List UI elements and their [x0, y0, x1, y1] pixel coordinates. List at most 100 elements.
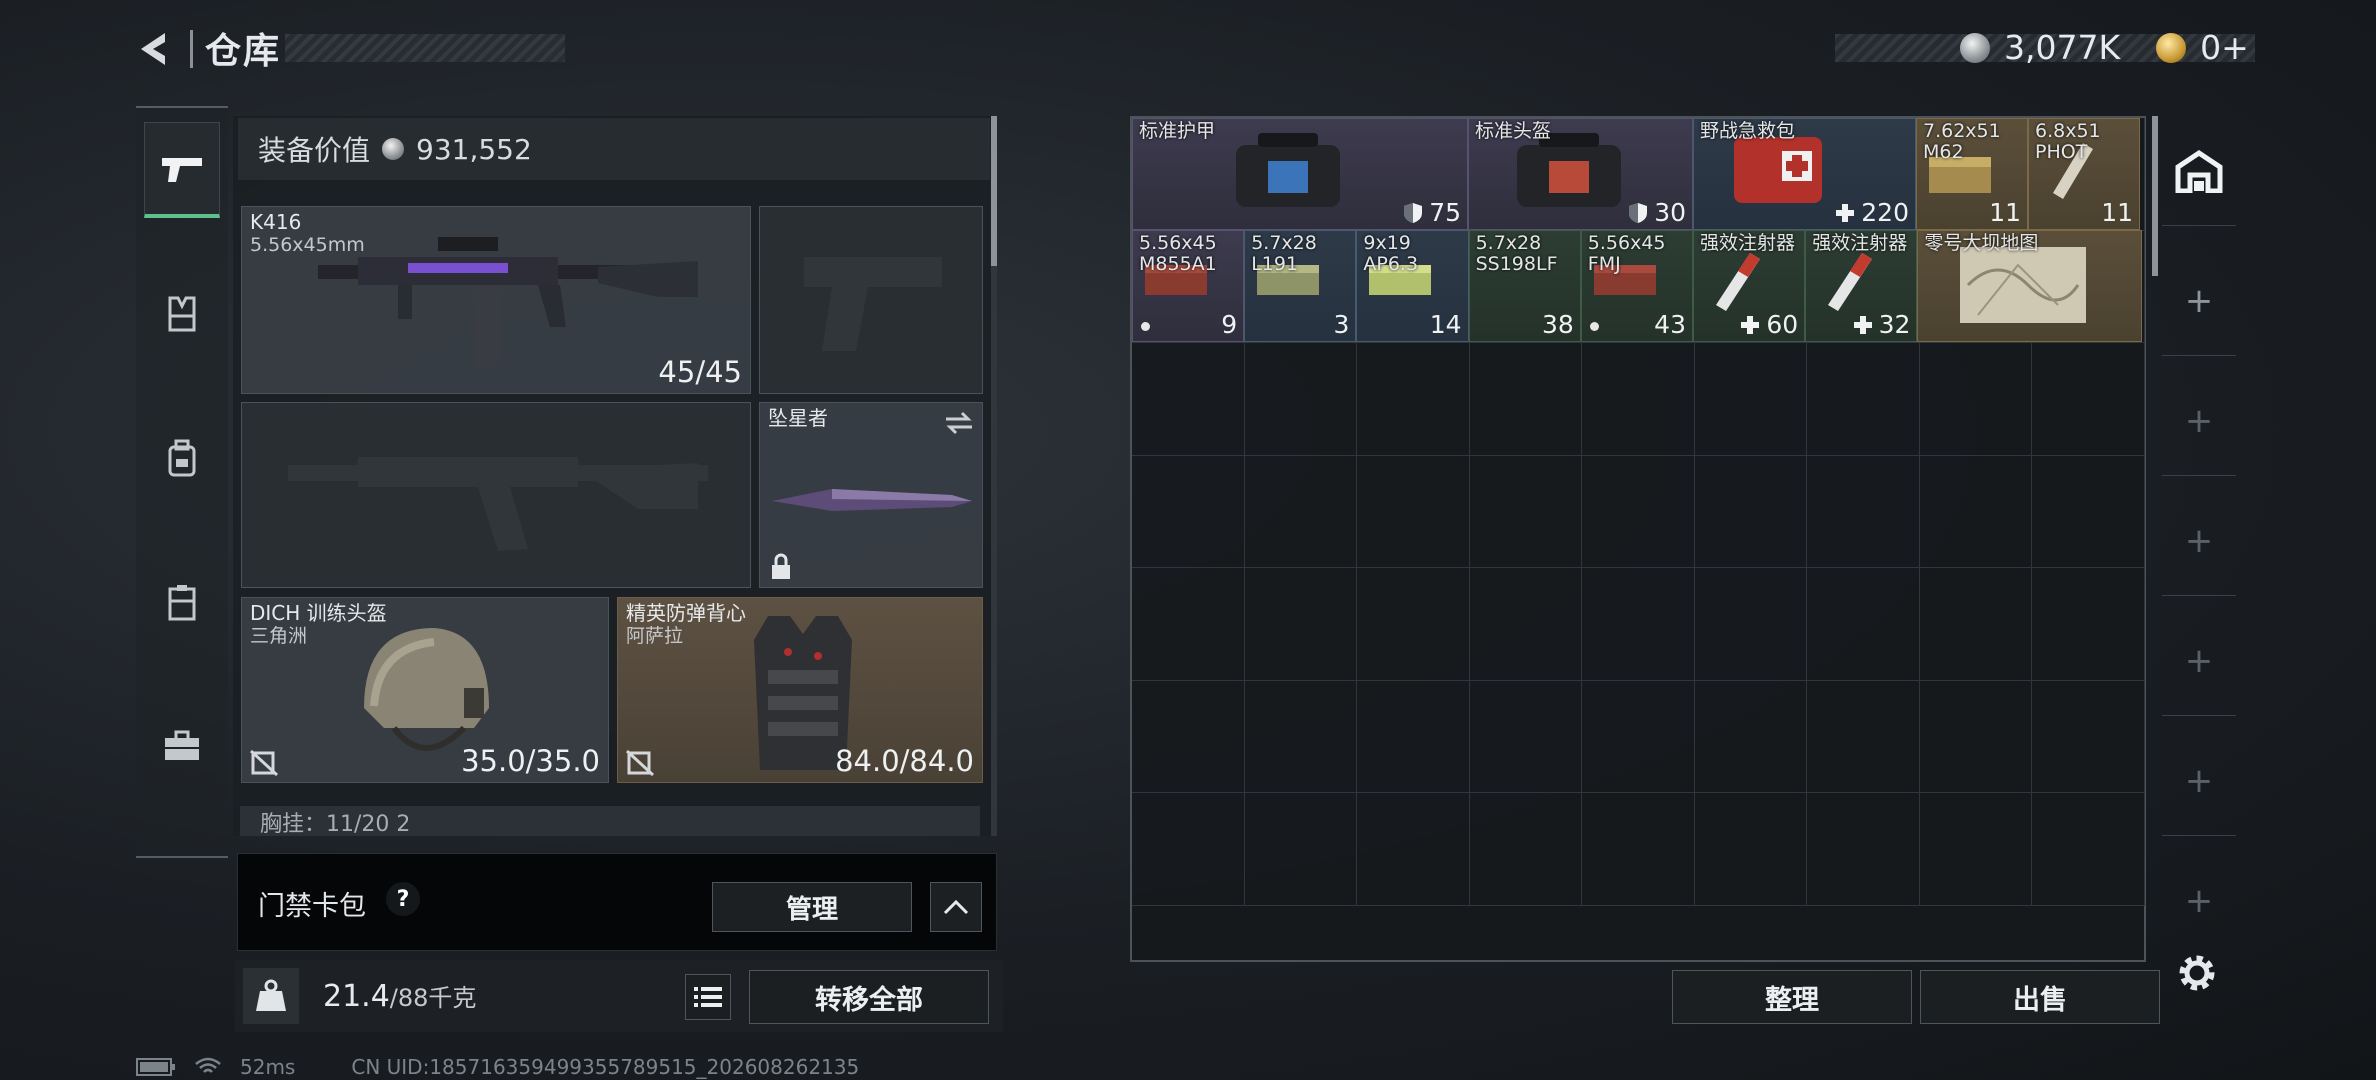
grid-cell[interactable] — [1244, 455, 1357, 568]
add-page-button[interactable]: + — [2162, 606, 2236, 716]
item-count: 11 — [2101, 198, 2133, 227]
gear-icon — [2179, 955, 2215, 991]
grid-cell[interactable] — [1919, 793, 2032, 906]
grid-cell[interactable] — [1919, 343, 2032, 456]
nav-chest-rig[interactable] — [144, 266, 220, 362]
grid-cell[interactable] — [1244, 793, 1357, 906]
grid-cell[interactable] — [1469, 793, 1582, 906]
grid-cell[interactable] — [1694, 793, 1807, 906]
add-page-button[interactable]: + — [2162, 846, 2236, 956]
add-page-button[interactable]: + — [2162, 246, 2236, 356]
grid-cell[interactable] — [2032, 793, 2145, 906]
grid-cell[interactable] — [2032, 343, 2145, 456]
armor-slot[interactable]: 精英防弹背心 阿萨拉 84.0/84.0 — [617, 597, 983, 783]
grid-cell[interactable] — [1807, 680, 1920, 793]
grid-cell[interactable] — [1132, 455, 1245, 568]
grid-cell[interactable] — [1132, 568, 1245, 681]
gold-currency-value[interactable]: 0+ — [2200, 28, 2249, 67]
grid-cell[interactable] — [1694, 455, 1807, 568]
grid-cell[interactable] — [2032, 568, 2145, 681]
add-page-button[interactable]: + — [2162, 726, 2236, 836]
nav-briefcase[interactable] — [144, 698, 220, 794]
nav-backpack[interactable] — [144, 410, 220, 506]
grid-cell[interactable] — [1469, 343, 1582, 456]
grid-cell[interactable] — [1582, 680, 1695, 793]
primary-weapon-slot[interactable]: K416 5.56x45mm 45/45 — [241, 206, 751, 394]
grid-cell[interactable] — [1357, 568, 1470, 681]
user-uid: CN UID:185716359499355789515_20260826213… — [351, 1055, 860, 1079]
collapse-button[interactable] — [930, 882, 982, 932]
warehouse-item[interactable]: 7.62x51 M62 11 — [1916, 118, 2028, 230]
add-page-button[interactable]: + — [2162, 486, 2236, 596]
chevron-up-icon — [943, 899, 969, 915]
grid-cell[interactable] — [1357, 455, 1470, 568]
warehouse-item[interactable]: 强效注射器 32 — [1805, 230, 1918, 342]
grid-cell[interactable] — [1469, 680, 1582, 793]
lock-icon — [772, 553, 790, 579]
grid-cell[interactable] — [2032, 680, 2145, 793]
sort-button[interactable]: 整理 — [1672, 970, 1912, 1024]
grid-cell[interactable] — [1132, 680, 1245, 793]
warehouse-item[interactable]: 标准头盔 30 — [1468, 118, 1693, 230]
warehouse-item[interactable]: 5.7x28 SS198LF 38 — [1468, 230, 1581, 342]
item-name: 5.7x28 SS198LF — [1475, 232, 1558, 275]
grid-cell[interactable] — [1919, 568, 2032, 681]
item-name: 5.7x28 L191 — [1251, 232, 1317, 275]
warehouse-item[interactable]: 野战急救包 220 — [1693, 118, 1916, 230]
warehouse-grid[interactable]: 标准护甲 75 标准头盔 30 野战急救包 220 7.62x51 M62 11 6.8x51 … — [1130, 116, 2146, 962]
add-page-button[interactable]: + — [2162, 366, 2236, 476]
back-button[interactable] — [130, 24, 180, 74]
nav-safe-box[interactable] — [144, 554, 220, 650]
grid-cell[interactable] — [1919, 455, 2032, 568]
grid-cell[interactable] — [1469, 455, 1582, 568]
help-icon[interactable]: ? — [386, 882, 420, 916]
warehouse-page-main[interactable] — [2162, 116, 2236, 226]
grid-cell[interactable] — [1357, 793, 1470, 906]
grid-cell[interactable] — [1582, 343, 1695, 456]
secondary-primary-slot[interactable] — [241, 402, 751, 588]
warehouse-item[interactable]: 9x19 AP6.3 14 — [1356, 230, 1469, 342]
warehouse-item[interactable]: 零号大坝地图 — [1917, 230, 2142, 342]
swap-icon[interactable] — [944, 411, 974, 435]
grid-cell[interactable] — [1357, 343, 1470, 456]
grid-cell[interactable] — [1919, 680, 2032, 793]
warehouse-item[interactable]: 6.8x51 PHOT 11 — [2028, 118, 2140, 230]
warehouse-item[interactable]: 标准护甲 75 — [1132, 118, 1468, 230]
grid-cell[interactable] — [1694, 680, 1807, 793]
secondary-weapon-slot[interactable] — [759, 206, 983, 394]
equipment-value: 931,552 — [416, 132, 532, 166]
grid-cell[interactable] — [1582, 568, 1695, 681]
grid-cell[interactable] — [2032, 455, 2145, 568]
grid-cell[interactable] — [1807, 455, 1920, 568]
grid-cell[interactable] — [1807, 343, 1920, 456]
grid-cell[interactable] — [1132, 343, 1245, 456]
grid-cell[interactable] — [1694, 343, 1807, 456]
ammo-tier-dot-icon — [1589, 322, 1599, 331]
nav-weapons[interactable] — [144, 122, 220, 218]
grid-cell[interactable] — [1807, 793, 1920, 906]
grid-cell[interactable] — [1469, 568, 1582, 681]
list-view-button[interactable] — [685, 974, 731, 1020]
grid-cell[interactable] — [1582, 793, 1695, 906]
grid-cell[interactable] — [1807, 568, 1920, 681]
helmet-slot[interactable]: DICH 训练头盔 三角洲 35.0/35.0 — [241, 597, 609, 783]
grid-cell[interactable] — [1582, 455, 1695, 568]
warehouse-item[interactable]: 5.56x45 FMJ 43 — [1580, 230, 1693, 342]
manage-button[interactable]: 管理 — [712, 882, 912, 932]
grid-cell[interactable] — [1244, 680, 1357, 793]
grid-cell[interactable] — [1244, 343, 1357, 456]
grid-cell[interactable] — [1694, 568, 1807, 681]
sell-button[interactable]: 出售 — [1920, 970, 2160, 1024]
warehouse-scrollbar[interactable] — [2152, 116, 2158, 276]
grid-cell[interactable] — [1357, 680, 1470, 793]
grid-cell[interactable] — [1244, 568, 1357, 681]
loadout-scrollbar[interactable] — [991, 116, 997, 836]
transfer-all-button[interactable]: 转移全部 — [749, 970, 989, 1024]
warehouse-item[interactable]: 强效注射器 60 — [1693, 230, 1806, 342]
melee-slot[interactable]: 坠星者 — [759, 402, 983, 588]
settings-button[interactable] — [2174, 950, 2220, 1000]
chest-rig-row[interactable]: 胸挂：11/20 2 — [240, 806, 980, 836]
warehouse-item[interactable]: 5.56x45 M855A1 9 — [1132, 230, 1245, 342]
warehouse-item[interactable]: 5.7x28 L191 3 — [1244, 230, 1357, 342]
grid-cell[interactable] — [1132, 793, 1245, 906]
